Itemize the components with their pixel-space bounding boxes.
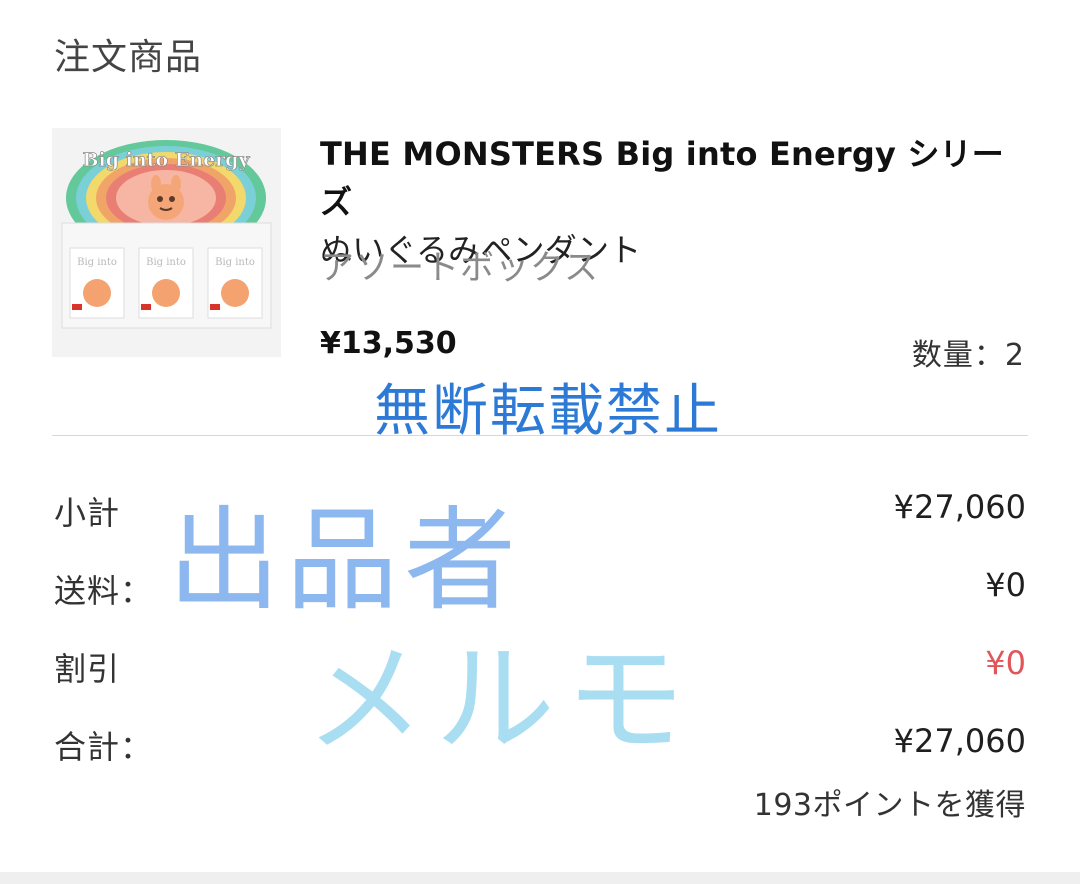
- product-variant: アソートボックス: [320, 248, 599, 288]
- order-items-page: 注文商品 Big into Energy Big into Big into B…: [0, 0, 1080, 884]
- summary-row-subtotal: 小計 ¥27,060: [54, 488, 1026, 532]
- section-title: 注文商品: [54, 37, 203, 78]
- points-earned: 193ポイントを獲得: [753, 788, 1026, 823]
- product-thumbnail[interactable]: Big into Energy Big into Big into Big in…: [52, 128, 281, 357]
- discount-label: 割引: [54, 650, 121, 688]
- product-image: Big into Energy Big into Big into Big in…: [52, 128, 281, 357]
- summary-row-total: 合計： ¥27,060: [54, 722, 1026, 766]
- svg-text:Big into Energy: Big into Energy: [83, 149, 251, 171]
- discount-value: ¥0: [985, 644, 1026, 682]
- svg-text:Big into: Big into: [215, 257, 255, 268]
- shipping-value: ¥0: [985, 566, 1026, 604]
- bottom-band: [0, 872, 1080, 884]
- shipping-label: 送料：: [54, 572, 154, 610]
- summary-row-shipping: 送料： ¥0: [54, 566, 1026, 610]
- svg-text:Big into: Big into: [146, 257, 186, 268]
- product-quantity: 数量：2: [911, 338, 1025, 373]
- product-name-line1: THE MONSTERS Big into Energy シリーズ: [320, 135, 1005, 221]
- summary-row-discount: 割引 ¥0: [54, 644, 1026, 688]
- svg-text:Big into: Big into: [77, 257, 117, 268]
- divider: [52, 435, 1028, 436]
- total-value: ¥27,060: [893, 722, 1026, 760]
- display-box-icon: Big into Big into Big into: [61, 222, 272, 329]
- subtotal-label: 小計: [54, 494, 121, 532]
- product-price: ¥13,530: [320, 326, 457, 361]
- subtotal-value: ¥27,060: [893, 488, 1026, 526]
- total-label: 合計：: [54, 728, 154, 766]
